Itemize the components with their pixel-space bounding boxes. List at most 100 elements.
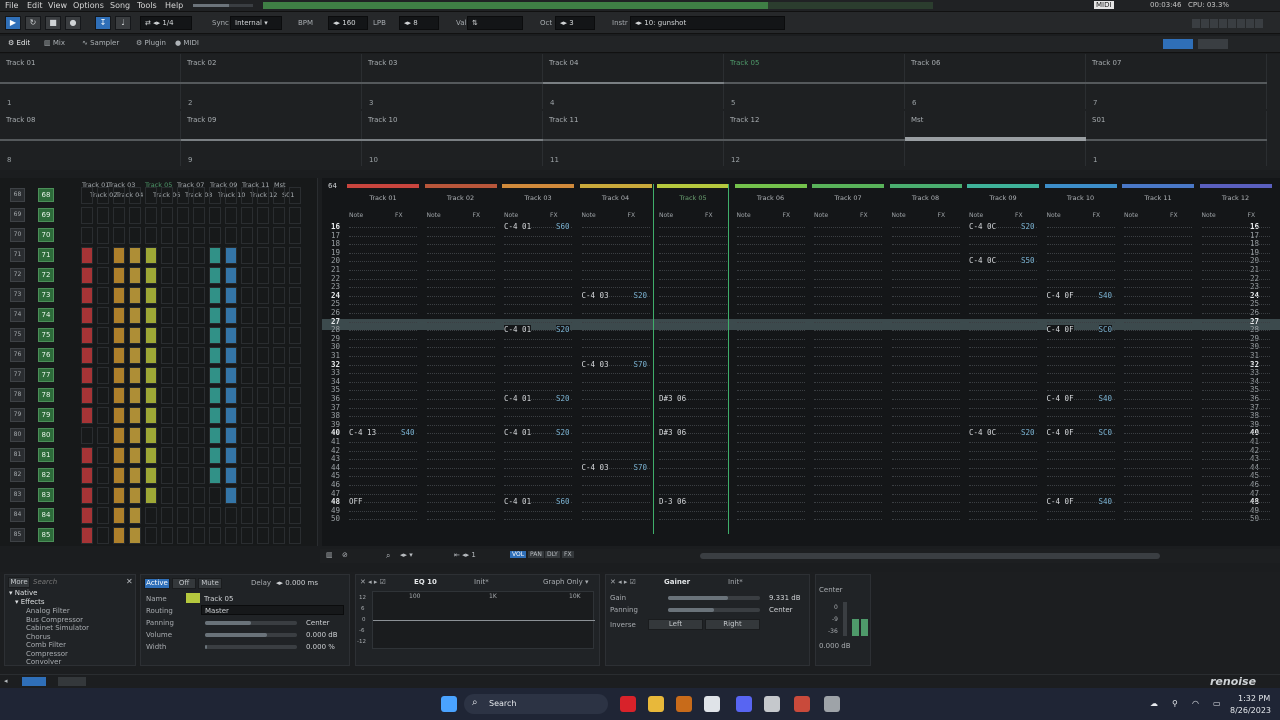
- fx-cell[interactable]: S60: [556, 497, 570, 507]
- matrix-slot[interactable]: [273, 207, 285, 224]
- pattern-number[interactable]: 75: [38, 328, 54, 342]
- matrix-slot[interactable]: [145, 367, 157, 384]
- matrix-slot[interactable]: [129, 467, 141, 484]
- gainer-panning-slider[interactable]: [668, 608, 760, 612]
- matrix-slot[interactable]: [257, 367, 269, 384]
- row-select-button[interactable]: 72: [10, 268, 25, 282]
- matrix-slot[interactable]: [177, 387, 189, 404]
- scope-r2-1[interactable]: Track 09 9: [181, 111, 362, 166]
- matrix-slot[interactable]: [273, 267, 285, 284]
- note-cell[interactable]: C-4 0F: [1046, 325, 1074, 335]
- matrix-slot[interactable]: [225, 327, 237, 344]
- matrix-slot[interactable]: [113, 367, 125, 384]
- matrix-slot[interactable]: [257, 267, 269, 284]
- matrix-slot[interactable]: [113, 387, 125, 404]
- matrix-slot[interactable]: [81, 287, 93, 304]
- track-header[interactable]: Track 08 Note FX: [889, 182, 962, 219]
- matrix-slot[interactable]: [289, 307, 301, 324]
- matrix-slot[interactable]: [241, 267, 253, 284]
- browser-search-input[interactable]: Search: [33, 578, 57, 586]
- matrix-slot[interactable]: [209, 227, 221, 244]
- song-position-bar[interactable]: [263, 2, 933, 9]
- matrix-slot[interactable]: [97, 507, 109, 524]
- tab-edit[interactable]: ⚙ Edit: [8, 39, 30, 47]
- matrix-slot[interactable]: [177, 427, 189, 444]
- row-select-button[interactable]: 69: [10, 208, 25, 222]
- matrix-slot[interactable]: [209, 207, 221, 224]
- fx-cell[interactable]: S50: [1021, 256, 1035, 266]
- file-explorer-icon[interactable]: [648, 696, 664, 712]
- volume-slider[interactable]: [205, 633, 297, 637]
- matrix-slot[interactable]: [225, 427, 237, 444]
- track-header[interactable]: Track 11 Note FX: [1122, 182, 1194, 219]
- matrix-slot[interactable]: [193, 247, 205, 264]
- matrix-slot[interactable]: [289, 227, 301, 244]
- matrix-slot[interactable]: [241, 527, 253, 544]
- matrix-slot[interactable]: [145, 327, 157, 344]
- matrix-slot[interactable]: [177, 367, 189, 384]
- pan-column-toggle[interactable]: PAN: [528, 551, 544, 558]
- matrix-slot[interactable]: [97, 247, 109, 264]
- matrix-slot[interactable]: [145, 267, 157, 284]
- fx-cell[interactable]: S20: [633, 290, 648, 300]
- pattern-number[interactable]: 78: [38, 388, 54, 402]
- note-cell[interactable]: C-4 0C: [969, 256, 997, 266]
- matrix-slot[interactable]: [129, 227, 141, 244]
- matrix-slot[interactable]: [209, 507, 221, 524]
- matrix-slot[interactable]: [129, 407, 141, 424]
- oct-field[interactable]: ◂▸ 3: [555, 16, 595, 30]
- matrix-slot[interactable]: [241, 247, 253, 264]
- matrix-slot[interactable]: [193, 287, 205, 304]
- scope-r1-2[interactable]: Track 03 3: [362, 54, 543, 109]
- scope-r2-0[interactable]: Track 08 8: [0, 111, 181, 166]
- stop-icon[interactable]: ■: [45, 16, 61, 30]
- matrix-slot[interactable]: [145, 407, 157, 424]
- matrix-slot[interactable]: [209, 447, 221, 464]
- row-select-button[interactable]: 83: [10, 488, 25, 502]
- scopes-toggle[interactable]: [1163, 39, 1193, 49]
- matrix-slot[interactable]: [161, 467, 173, 484]
- row-select-button[interactable]: 77: [10, 368, 25, 382]
- matrix-slot[interactable]: [257, 207, 269, 224]
- menu-song[interactable]: Song: [110, 1, 130, 10]
- matrix-slot[interactable]: [209, 527, 221, 544]
- pattern-number[interactable]: 74: [38, 308, 54, 322]
- close-icon[interactable]: ✕: [126, 577, 133, 586]
- fx-cell[interactable]: S60: [556, 222, 570, 231]
- matrix-slot[interactable]: [193, 387, 205, 404]
- matrix-slot[interactable]: [129, 507, 141, 524]
- matrix-slot[interactable]: [257, 427, 269, 444]
- matrix-slot[interactable]: [129, 527, 141, 544]
- pattern-number[interactable]: 77: [38, 368, 54, 382]
- active-button[interactable]: Active: [144, 578, 170, 589]
- matrix-slot[interactable]: [257, 347, 269, 364]
- pattern-number[interactable]: 71: [38, 248, 54, 262]
- pattern-number[interactable]: 80: [38, 428, 54, 442]
- track-header[interactable]: Track 03 Note FX: [502, 182, 574, 219]
- horizontal-scrollbar[interactable]: [700, 553, 1160, 559]
- renoise-icon[interactable]: [794, 696, 810, 712]
- layout-preset-buttons[interactable]: [1192, 19, 1274, 28]
- track-header[interactable]: Track 01 Note FX: [347, 182, 419, 219]
- lower-frame-automation-toggle[interactable]: [58, 677, 86, 686]
- pattern-page-field[interactable]: ⇄ ◂▸ 1/4: [140, 16, 192, 30]
- matrix-slot[interactable]: [145, 207, 157, 224]
- matrix-slot[interactable]: [209, 247, 221, 264]
- matrix-slot[interactable]: [161, 347, 173, 364]
- matrix-slot[interactable]: [273, 527, 285, 544]
- browser-item[interactable]: Analog Filter: [26, 607, 70, 615]
- menu-options[interactable]: Options: [73, 1, 104, 10]
- matrix-slot[interactable]: [273, 487, 285, 504]
- row-select-button[interactable]: 81: [10, 448, 25, 462]
- matrix-slot[interactable]: [129, 387, 141, 404]
- matrix-slot[interactable]: [257, 487, 269, 504]
- device-controls[interactable]: ✕ ◂ ▸ ☑: [360, 578, 386, 586]
- matrix-slot[interactable]: [113, 447, 125, 464]
- matrix-slot[interactable]: [241, 427, 253, 444]
- matrix-slot[interactable]: [193, 327, 205, 344]
- matrix-slot[interactable]: [161, 507, 173, 524]
- matrix-slot[interactable]: [177, 247, 189, 264]
- matrix-slot[interactable]: [161, 487, 173, 504]
- matrix-slot[interactable]: [257, 507, 269, 524]
- matrix-slot[interactable]: [209, 367, 221, 384]
